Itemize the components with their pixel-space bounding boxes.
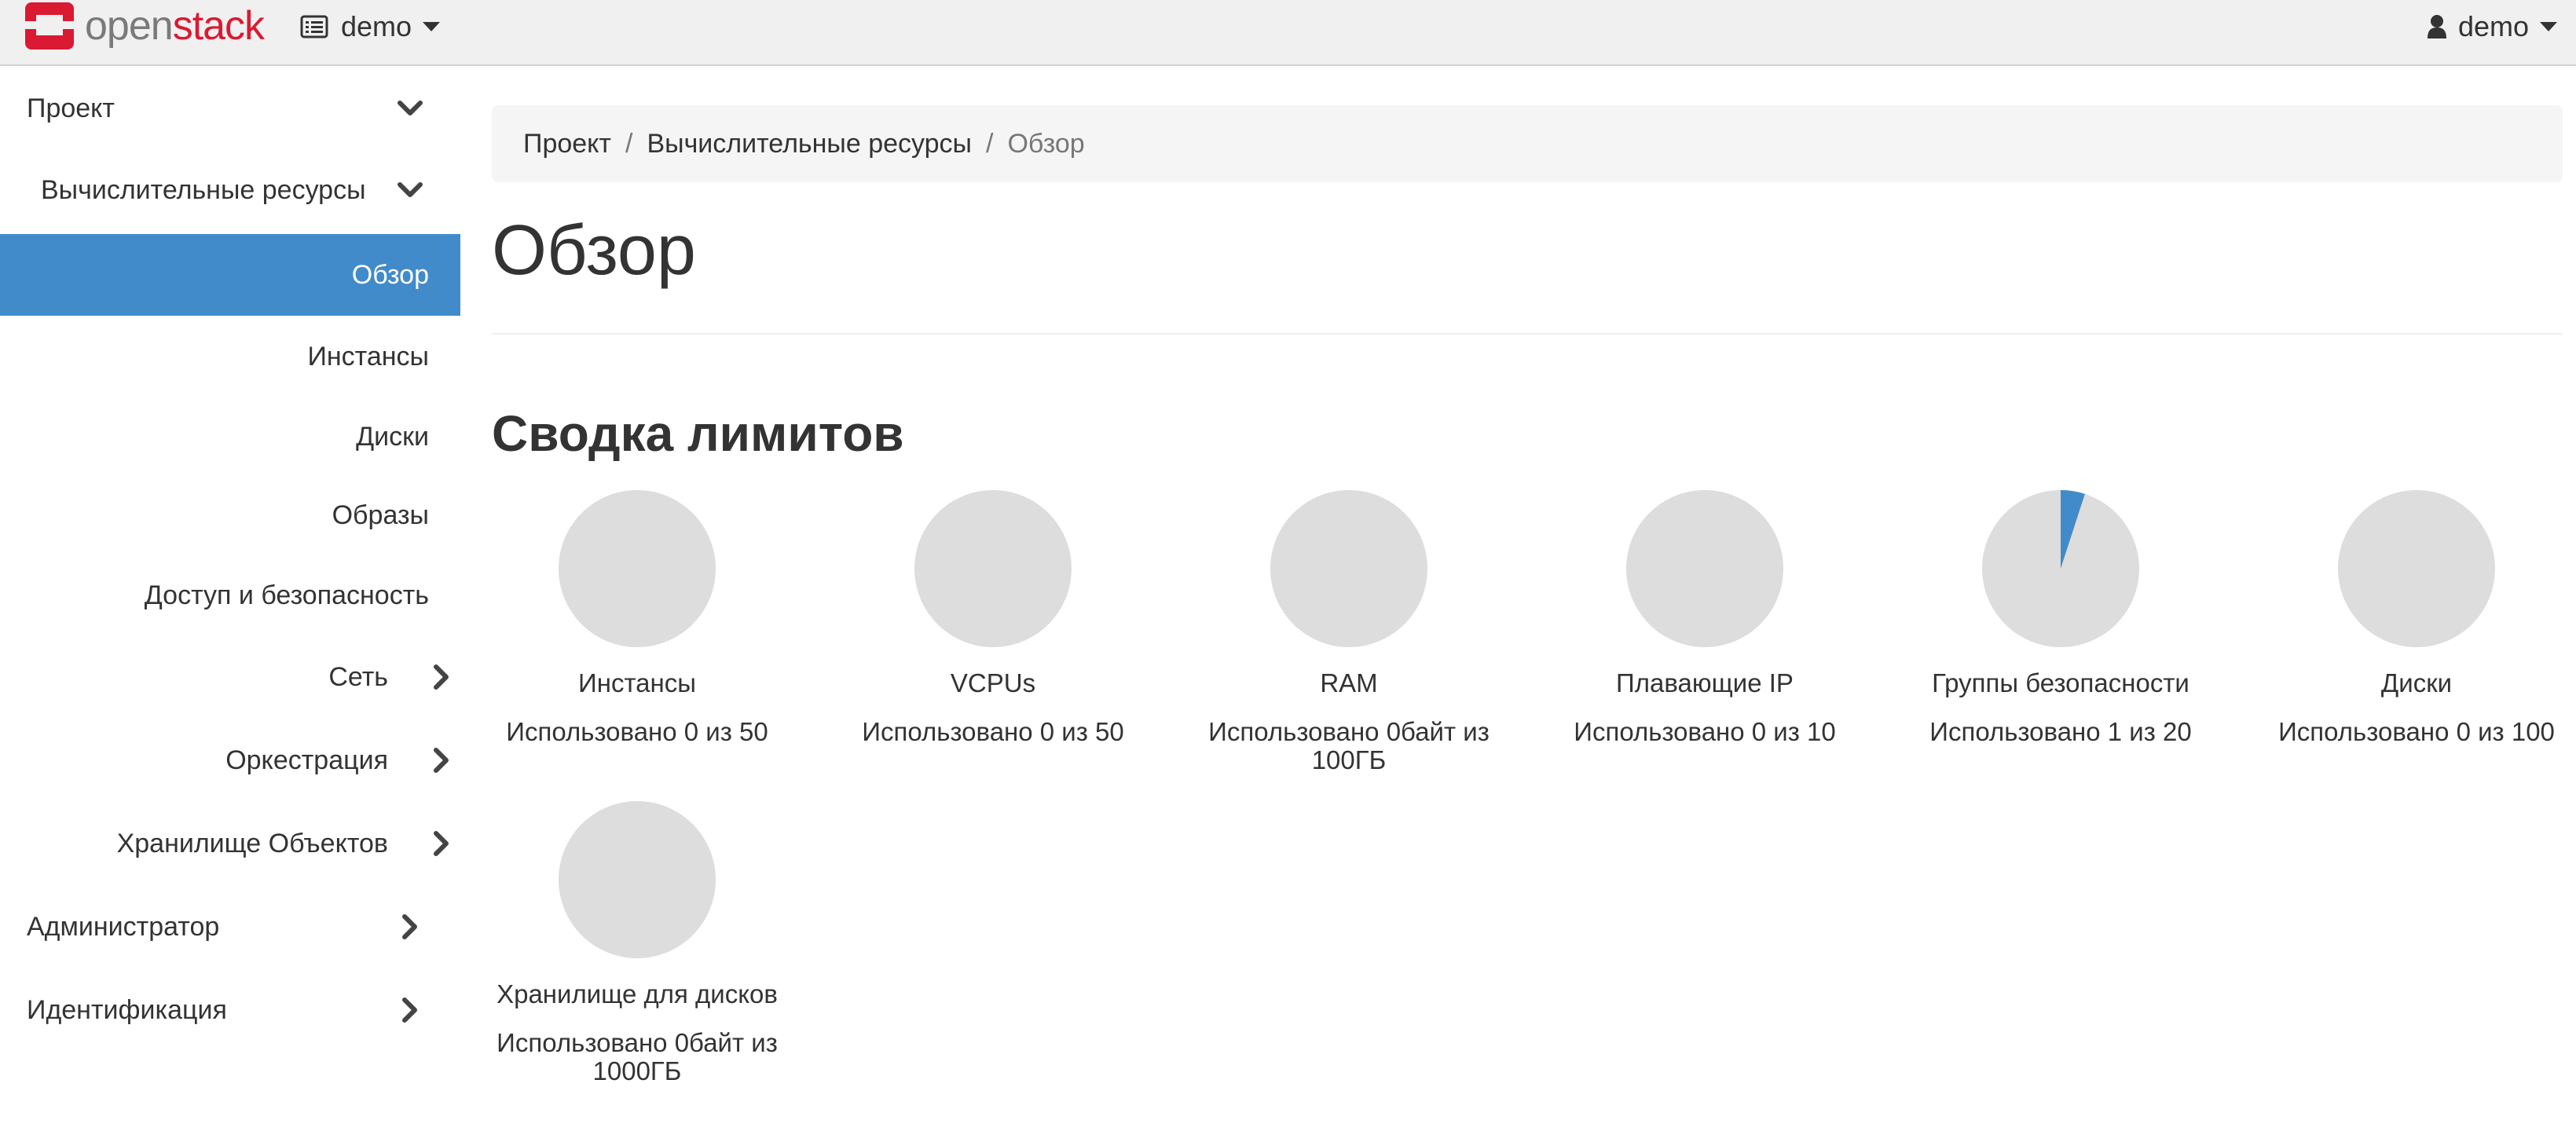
sidebar-item-identity[interactable]: Идентификация — [0, 969, 460, 1051]
pie-chart-instances — [559, 490, 716, 647]
pie-security-groups: Группы безопасности Использовано 1 из 20 — [1884, 489, 2237, 746]
caret-down-icon — [423, 22, 441, 31]
chevron-down-icon — [391, 171, 429, 209]
project-name: demo — [341, 10, 412, 42]
pie-usage: Использовано 0 из 100 — [2278, 717, 2555, 746]
pie-label: Плавающие IP — [1616, 668, 1794, 697]
pie-chart-security-groups — [1982, 490, 2139, 647]
project-list-icon — [300, 15, 328, 38]
sidebar-item-network[interactable]: Сеть — [0, 636, 460, 718]
breadcrumb-current: Обзор — [1007, 128, 1085, 159]
caret-down-icon — [2540, 22, 2557, 31]
pie-label: Диски — [2380, 668, 2453, 697]
openstack-logo-icon — [24, 1, 75, 51]
pie-chart-volumes — [2338, 490, 2495, 647]
title-divider — [492, 333, 2563, 335]
project-dropdown[interactable]: demo — [300, 6, 441, 47]
sidebar-item-admin[interactable]: Администратор — [0, 886, 460, 968]
breadcrumb: Проект / Вычислительные ресурсы / Обзор — [492, 105, 2563, 182]
pie-usage: Использовано 0 из 10 — [1574, 717, 1836, 746]
pie-label: Хранилище для дисков — [497, 979, 778, 1008]
pie-slice-free — [1270, 490, 1427, 647]
sidebar-item-object-store[interactable]: Хранилище Объектов — [0, 803, 460, 884]
pie-chart-volume-storage — [559, 801, 716, 958]
pie-usage: Использовано 0байт из 100ГБ — [1208, 717, 1490, 774]
pie-volume-storage: Хранилище для дисков Использовано 0байт … — [460, 800, 814, 1085]
sidebar-item-images[interactable]: Образы — [0, 474, 460, 556]
pie-label: RAM — [1320, 668, 1378, 697]
user-dropdown[interactable]: demo — [2427, 6, 2557, 47]
sidebar-item-instances[interactable]: Инстансы — [0, 316, 460, 397]
breadcrumb-separator: / — [625, 128, 633, 159]
breadcrumb-project[interactable]: Проект — [523, 129, 611, 159]
pie-slice-free — [559, 801, 716, 958]
pie-usage: Использовано 0байт из 1000ГБ — [497, 1028, 778, 1085]
pie-chart-floating-ip — [1626, 490, 1783, 647]
chevron-right-icon — [423, 658, 460, 696]
page-title: Обзор — [492, 211, 696, 290]
pie-label: VCPUs — [950, 668, 1036, 697]
pie-label: Группы безопасности — [1932, 668, 2189, 697]
chevron-down-icon — [391, 90, 429, 127]
sidebar-item-volumes[interactable]: Диски — [0, 396, 460, 478]
pie-usage: Использовано 0 из 50 — [862, 717, 1124, 746]
limit-summary-title: Сводка лимитов — [492, 405, 904, 462]
pie-slice-free — [914, 490, 1072, 647]
sidebar-item-orchestration[interactable]: Оркестрация — [0, 719, 460, 801]
sidebar-item-project[interactable]: Проект — [0, 68, 460, 149]
pie-floating-ip: Плавающие IP Использовано 0 из 10 — [1528, 489, 1882, 746]
sidebar-item-access-security[interactable]: Доступ и безопасность — [0, 555, 460, 636]
chevron-right-icon — [391, 991, 429, 1029]
pie-chart-vcpus — [914, 490, 1072, 647]
sidebar-item-overview[interactable]: Обзор — [0, 234, 460, 316]
sidebar-item-compute[interactable]: Вычислительные ресурсы — [0, 149, 460, 231]
pie-instances: Инстансы Использовано 0 из 50 — [460, 489, 814, 746]
openstack-logo[interactable]: openstack — [24, 0, 265, 52]
chevron-right-icon — [423, 825, 460, 862]
chevron-right-icon — [391, 908, 429, 946]
pie-slice-free — [559, 490, 716, 647]
pie-usage: Использовано 1 из 20 — [1929, 717, 2192, 746]
user-name: demo — [2457, 10, 2529, 42]
breadcrumb-compute[interactable]: Вычислительные ресурсы — [647, 129, 972, 159]
pie-ram: RAM Использовано 0байт из 100ГБ — [1172, 489, 1526, 774]
pie-chart-ram — [1270, 490, 1427, 647]
pie-vcpus: VCPUs Использовано 0 из 50 — [816, 489, 1170, 746]
pie-slice-free — [2338, 490, 2495, 647]
pie-label: Инстансы — [578, 668, 696, 697]
chevron-right-icon — [423, 741, 460, 779]
pie-usage: Использовано 0 из 50 — [506, 717, 768, 746]
pie-volumes: Диски Использовано 0 из 100 — [2240, 489, 2576, 746]
breadcrumb-separator: / — [985, 128, 994, 159]
openstack-logo-text: openstack — [85, 3, 265, 49]
top-navbar: openstack demo demo — [0, 0, 2576, 66]
sidebar: Проект Вычислительные ресурсы Обзор Инст… — [0, 68, 460, 1131]
user-icon — [2427, 15, 2446, 38]
pie-slice-free — [1626, 490, 1783, 647]
